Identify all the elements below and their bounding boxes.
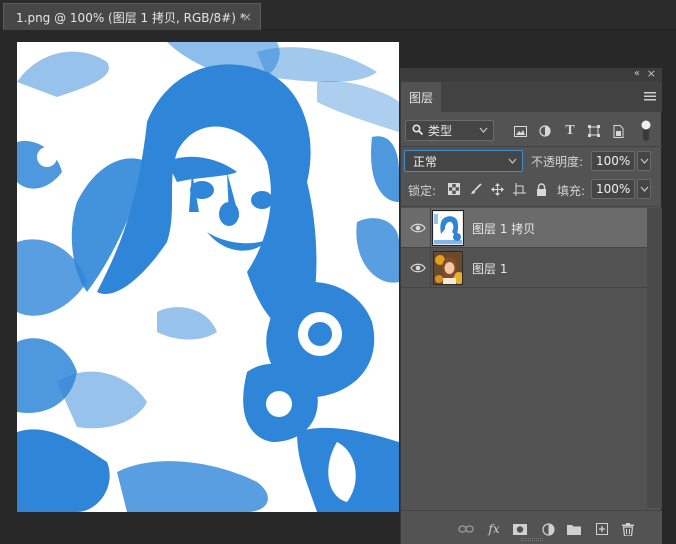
layer-name[interactable]: 图层 1 [472, 260, 507, 277]
layers-panel: « × 图层 类型 T 正常 不透明度: 100% 锁定: 填充: 100% 图… [400, 67, 662, 544]
close-panel-icon[interactable]: × [647, 67, 656, 80]
image-filter-icon[interactable] [513, 124, 527, 138]
new-fill-adjustment-icon[interactable] [540, 521, 556, 537]
delete-layer-icon[interactable] [620, 521, 636, 537]
blend-mode-value: 正常 [413, 154, 438, 169]
hamburger-menu-icon[interactable] [644, 90, 656, 104]
fill-field[interactable]: 100% [591, 179, 635, 199]
close-tab-icon[interactable]: × [242, 10, 252, 24]
link-layers-icon[interactable] [458, 521, 474, 537]
panel-bottom-toolbar: fx [401, 510, 662, 544]
divider [430, 208, 431, 248]
filter-type-select[interactable]: 类型 [405, 120, 494, 141]
layers-scrollbar[interactable] [647, 208, 662, 508]
document-tab-title: 1.png @ 100% (图层 1 拷贝, RGB/8#) * [16, 10, 246, 25]
add-mask-icon[interactable] [512, 521, 528, 537]
smart-object-filter-icon[interactable] [611, 124, 625, 138]
opacity-label: 不透明度: [531, 155, 584, 169]
layer-row-original[interactable]: 图层 1 [401, 248, 647, 288]
panel-header-strip: « × [401, 67, 662, 82]
layer-thumbnail [432, 210, 464, 246]
shape-filter-icon[interactable] [587, 124, 601, 138]
opacity-field[interactable]: 100% [591, 151, 635, 171]
lock-label: 锁定: [408, 184, 437, 198]
divider [430, 248, 431, 288]
lock-position-icon[interactable] [490, 182, 504, 196]
opacity-dropdown-icon[interactable] [637, 151, 651, 171]
lock-image-icon[interactable] [469, 182, 483, 196]
lock-fill-row: 锁定: 填充: 100% [401, 178, 662, 202]
blend-opacity-row: 正常 不透明度: 100% [401, 148, 662, 174]
panel-tab-row: 图层 [401, 82, 662, 112]
document-tab[interactable]: 1.png @ 100% (图层 1 拷贝, RGB/8#) * × [3, 3, 261, 30]
fill-label: 填充: [557, 184, 586, 198]
layer-row-copy[interactable]: 图层 1 拷贝 [401, 208, 647, 248]
divider [401, 206, 662, 207]
collapse-panel-icon[interactable]: « [634, 68, 640, 79]
tab-layers[interactable]: 图层 [401, 82, 441, 112]
adjustment-filter-icon[interactable] [538, 124, 552, 138]
type-filter-icon[interactable]: T [563, 123, 577, 138]
lock-all-icon[interactable] [534, 182, 548, 196]
filter-type-label: 类型 [428, 124, 453, 138]
eye-icon[interactable] [410, 221, 426, 235]
eye-icon[interactable] [410, 261, 426, 275]
document-tab-bar: 1.png @ 100% (图层 1 拷贝, RGB/8#) * × [0, 0, 676, 30]
chevron-down-icon [479, 122, 488, 141]
new-layer-icon[interactable] [594, 521, 610, 537]
divider [401, 146, 662, 147]
layer-filter-row: 类型 T [401, 116, 662, 146]
workspace: « × 图层 类型 T 正常 不透明度: 100% 锁定: 填充: 100% 图… [0, 30, 676, 544]
fx-icon[interactable]: fx [486, 521, 502, 537]
image-canvas[interactable] [17, 42, 399, 512]
filter-toggle-switch[interactable] [641, 120, 651, 142]
blend-mode-select[interactable]: 正常 [404, 150, 523, 172]
layer-thumbnail [433, 251, 463, 285]
search-icon [412, 123, 424, 138]
resize-grip[interactable] [521, 538, 543, 541]
chevron-down-icon [508, 153, 517, 172]
artwork-image [17, 42, 399, 512]
lock-artboard-icon[interactable] [512, 182, 526, 196]
lock-transparent-icon[interactable] [447, 182, 461, 196]
fill-dropdown-icon[interactable] [637, 179, 651, 199]
new-group-icon[interactable] [566, 521, 582, 537]
layer-name[interactable]: 图层 1 拷贝 [472, 220, 535, 237]
